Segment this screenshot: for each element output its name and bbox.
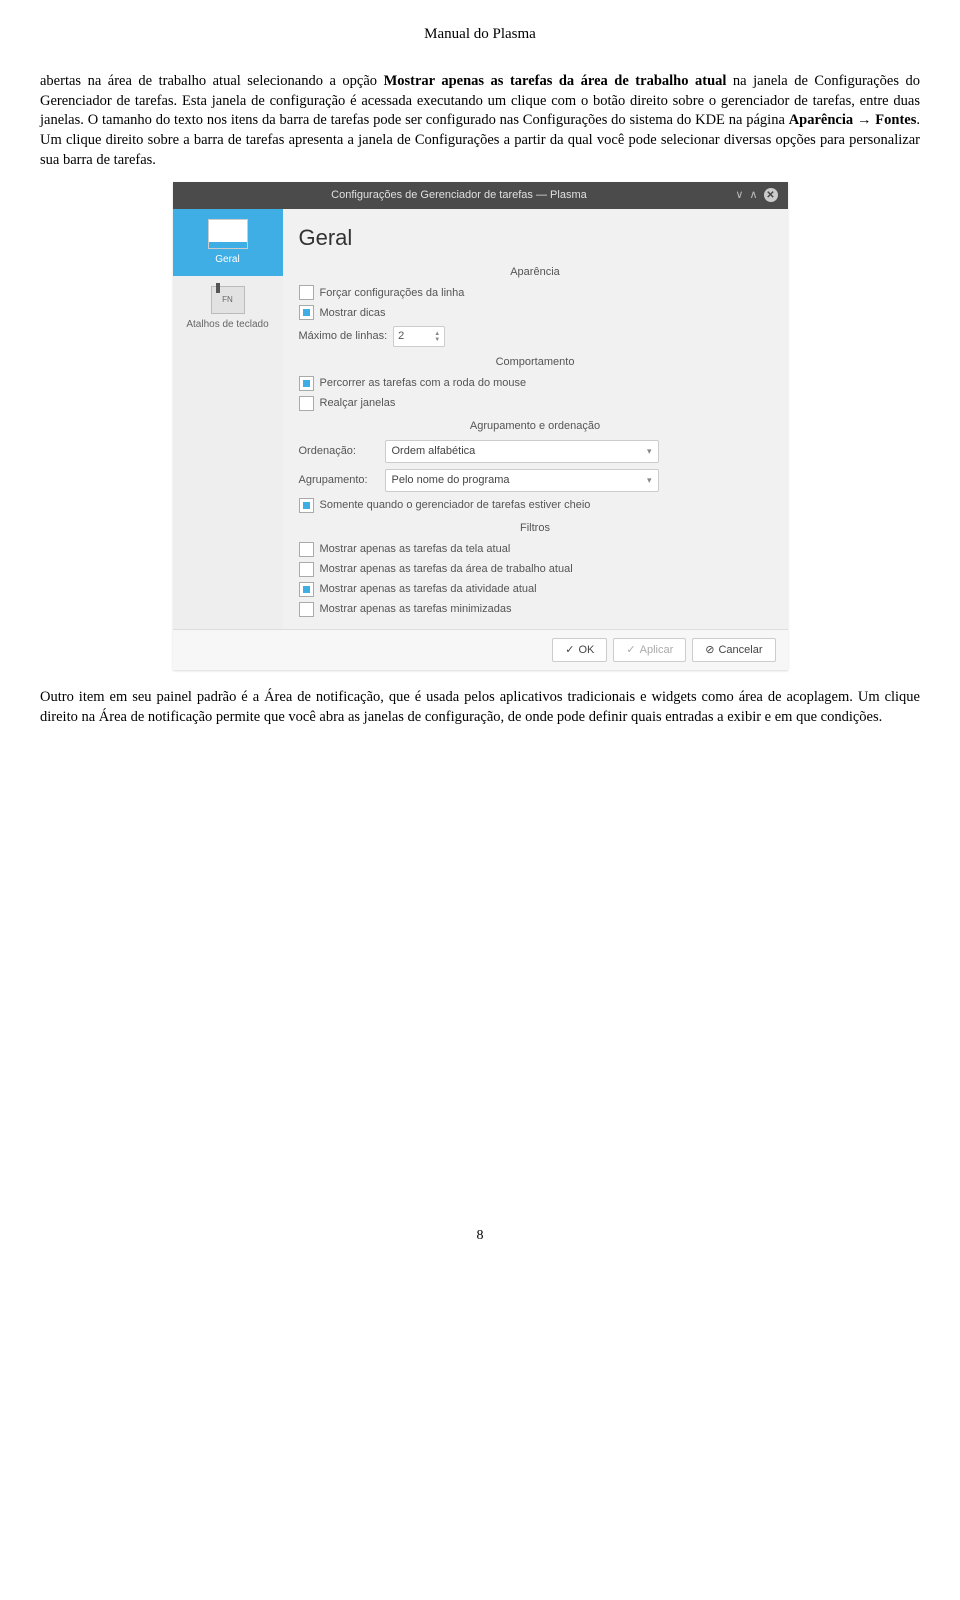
paragraph-2: Outro item em seu painel padrão é a Área…: [40, 688, 920, 727]
checkbox-label: Forçar configurações da linha: [320, 286, 465, 301]
dialog-footer: ✓ OK ✓ Aplicar ⊘ Cancelar: [173, 629, 788, 671]
checkbox-label: Mostrar dicas: [320, 306, 386, 321]
checkbox-icon: [299, 376, 314, 391]
settings-dialog: Configurações de Gerenciador de tarefas …: [173, 182, 788, 670]
checkbox-filter-desktop[interactable]: Mostrar apenas as tarefas da área de tra…: [299, 562, 772, 577]
checkbox-force-line[interactable]: Forçar configurações da linha: [299, 285, 772, 300]
para1-e: →: [853, 112, 875, 128]
para1-a: abertas na área de trabalho atual seleci…: [40, 73, 384, 89]
ok-button[interactable]: ✓ OK: [552, 638, 607, 663]
sidebar-item-label: Atalhos de teclado: [186, 319, 268, 330]
checkbox-icon: [299, 602, 314, 617]
checkbox-label: Mostrar apenas as tarefas da tela atual: [320, 542, 511, 557]
spinner-value: 2: [398, 329, 404, 344]
settings-sidebar: Geral FN Atalhos de teclado: [173, 209, 283, 629]
group-select[interactable]: Pelo nome do programa ▾: [385, 469, 659, 492]
page-number: 8: [40, 1227, 920, 1246]
doc-title: Manual do Plasma: [40, 24, 920, 44]
max-lines-label: Máximo de linhas:: [299, 329, 388, 344]
section-filters: Filtros: [299, 521, 772, 536]
sort-select[interactable]: Ordem alfabética ▾: [385, 440, 659, 463]
checkbox-icon: [299, 562, 314, 577]
check-icon: ✓: [626, 643, 635, 658]
checkbox-filter-activity[interactable]: Mostrar apenas as tarefas da atividade a…: [299, 582, 772, 597]
dialog-titlebar: Configurações de Gerenciador de tarefas …: [173, 182, 788, 209]
section-grouping: Agrupamento e ordenação: [299, 419, 772, 434]
paragraph-1: abertas na área de trabalho atual seleci…: [40, 72, 920, 170]
maximize-icon[interactable]: ∧: [749, 188, 757, 203]
checkbox-icon: [299, 396, 314, 411]
sort-label: Ordenação:: [299, 444, 379, 459]
para1-f: Fontes: [875, 112, 916, 128]
checkbox-icon: [299, 542, 314, 557]
panel-title: Geral: [299, 223, 772, 253]
keyboard-icon: FN: [211, 286, 245, 314]
checkbox-label: Realçar janelas: [320, 396, 396, 411]
button-label: Aplicar: [640, 643, 674, 658]
button-label: Cancelar: [718, 643, 762, 658]
select-value: Pelo nome do programa: [392, 473, 510, 488]
group-label: Agrupamento:: [299, 473, 379, 488]
group-row: Agrupamento: Pelo nome do programa ▾: [299, 469, 772, 492]
screenshot-figure: Configurações de Gerenciador de tarefas …: [40, 182, 920, 670]
section-behavior: Comportamento: [299, 355, 772, 370]
general-icon: [208, 219, 248, 249]
max-lines-spinner[interactable]: 2 ▲▼: [393, 326, 445, 347]
sidebar-item-general[interactable]: Geral: [173, 209, 283, 277]
checkbox-icon: [299, 498, 314, 513]
checkbox-label: Mostrar apenas as tarefas da área de tra…: [320, 562, 573, 577]
checkbox-label: Mostrar apenas as tarefas minimizadas: [320, 602, 512, 617]
cancel-icon: ⊘: [705, 643, 714, 658]
chevron-down-icon: ▾: [647, 474, 652, 486]
checkbox-label: Mostrar apenas as tarefas da atividade a…: [320, 582, 537, 597]
dialog-title: Configurações de Gerenciador de tarefas …: [183, 188, 736, 203]
check-icon: ✓: [565, 643, 574, 658]
sidebar-item-shortcuts[interactable]: FN Atalhos de teclado: [173, 276, 283, 342]
checkbox-label: Somente quando o gerenciador de tarefas …: [320, 498, 591, 513]
select-value: Ordem alfabética: [392, 444, 476, 459]
checkbox-highlight[interactable]: Realçar janelas: [299, 396, 772, 411]
checkbox-icon: [299, 582, 314, 597]
checkbox-filter-minimized[interactable]: Mostrar apenas as tarefas minimizadas: [299, 602, 772, 617]
button-label: OK: [579, 643, 595, 658]
checkbox-filter-screen[interactable]: Mostrar apenas as tarefas da tela atual: [299, 542, 772, 557]
minimize-icon[interactable]: ∨: [735, 188, 743, 203]
max-lines-row: Máximo de linhas: 2 ▲▼: [299, 326, 772, 347]
checkbox-only-when-full[interactable]: Somente quando o gerenciador de tarefas …: [299, 498, 772, 513]
spinner-arrows-icon: ▲▼: [434, 331, 440, 343]
para1-b: Mostrar apenas as tarefas da área de tra…: [384, 73, 727, 89]
checkbox-wheel[interactable]: Percorrer as tarefas com a roda do mouse: [299, 376, 772, 391]
settings-main-panel: Geral Aparência Forçar configurações da …: [283, 209, 788, 629]
checkbox-icon: [299, 285, 314, 300]
sort-row: Ordenação: Ordem alfabética ▾: [299, 440, 772, 463]
close-icon[interactable]: ✕: [764, 188, 778, 202]
chevron-down-icon: ▾: [647, 445, 652, 457]
apply-button[interactable]: ✓ Aplicar: [613, 638, 686, 663]
para1-d: Aparência: [789, 112, 853, 128]
fn-label: FN: [222, 295, 233, 306]
checkbox-tooltips[interactable]: Mostrar dicas: [299, 305, 772, 320]
section-appearance: Aparência: [299, 265, 772, 280]
sidebar-item-label: Geral: [215, 254, 239, 265]
checkbox-icon: [299, 305, 314, 320]
cancel-button[interactable]: ⊘ Cancelar: [692, 638, 775, 663]
checkbox-label: Percorrer as tarefas com a roda do mouse: [320, 376, 527, 391]
